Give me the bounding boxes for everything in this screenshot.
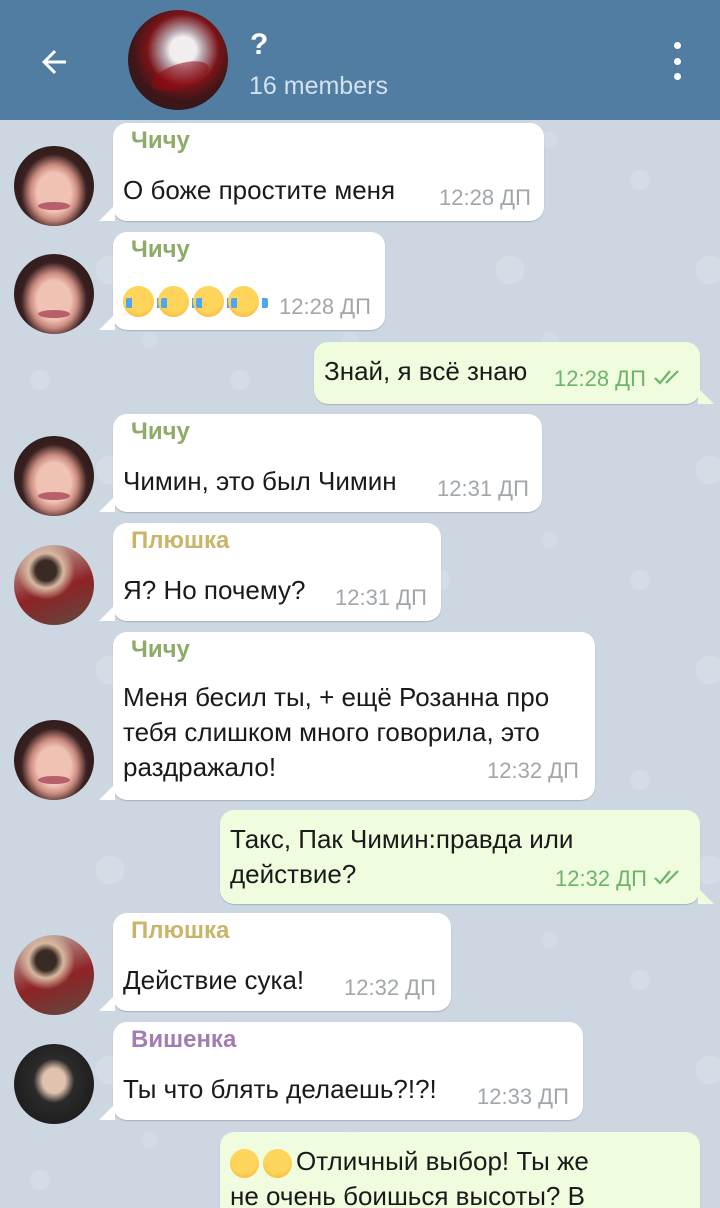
avatar-vishenka[interactable] [14,1044,94,1124]
outgoing-message-bubble[interactable]: Такс, Пак Чимин:правда или действие? 12:… [220,810,714,904]
message-text: Я? Но почему? [123,575,306,605]
message-list[interactable]: Чичу О боже простите меня 12:28 ДП Чичу … [0,120,720,1208]
message-time: 12:32 ДП [555,866,647,891]
avatar-chichu[interactable] [14,436,94,516]
arrow-left-icon [42,50,66,74]
outgoing-message-bubble[interactable]: Отличный выбор! Ты же не очень боишься в… [220,1132,700,1208]
more-menu-button[interactable] [660,36,694,86]
message-bubble[interactable]: Вишенка Ты что блять делаешь?!?! 12:33 Д… [99,1022,583,1120]
message-bubble[interactable]: Плюшка Я? Но почему? 12:31 ДП [99,523,441,621]
member-count[interactable]: 16 members [249,72,388,101]
message-time: 12:28 ДП [439,185,531,210]
group-title[interactable]: ? [250,28,268,62]
message-time: 12:32 ДП [344,975,436,1000]
message-bubble[interactable]: Чичу О боже простите меня 12:28 ДП [99,123,544,221]
outgoing-message-bubble[interactable]: Знай, я всё знаю 12:28 ДП [314,342,714,404]
message-emoji [123,282,268,317]
more-vertical-icon [673,57,681,65]
avatar-plyushka[interactable] [14,545,94,625]
message-time: 12:28 ДП [554,366,646,391]
group-avatar[interactable] [128,10,228,110]
message-bubble[interactable]: Чичу 12:28 ДП [99,232,385,330]
avatar-chichu[interactable] [14,146,94,226]
message-time: 12:31 ДП [437,476,529,501]
smirking-face-icon [230,1148,259,1178]
message-line: раздражало! [123,752,277,782]
message-text: Чимин, это был Чимин [123,466,397,496]
message-line: Такс, Пак Чимин:правда или [230,824,574,854]
loudly-crying-face-icon [158,285,198,317]
message-text: О боже простите меня [123,175,396,205]
sender-name[interactable]: Вишенка [131,1026,236,1054]
message-text: Меня бесил ты, + ещё Розанна про тебя сл… [123,680,549,785]
message-text: Знай, я всё знаю [324,356,528,386]
sender-name[interactable]: Плюшка [131,917,229,945]
message-time: 12:28 ДП [279,294,371,319]
message-text: Ты что блять делаешь?!?! [123,1074,437,1104]
message-line: Отличный выбор! Ты же [230,1144,589,1179]
double-check-icon [654,370,679,385]
more-vertical-icon [673,73,681,80]
avatar-chichu[interactable] [14,720,94,800]
message-time: 12:33 ДП [477,1084,569,1109]
message-bubble[interactable]: Чичу Чимин, это был Чимин 12:31 ДП [99,414,542,512]
loudly-crying-face-icon [123,285,163,317]
message-line: Меня бесил ты, + ещё Розанна про [123,682,550,712]
loudly-crying-face-icon [193,285,233,317]
sender-name[interactable]: Чичу [131,236,190,264]
message-bubble[interactable]: Чичу Меня бесил ты, + ещё Розанна про те… [99,632,595,800]
avatar-plyushka[interactable] [14,935,94,1015]
message-text: Такс, Пак Чимин:правда или действие? [230,822,573,892]
double-check-icon [654,870,679,885]
more-vertical-icon [673,42,681,49]
loudly-crying-face-icon [228,285,268,317]
message-text: Действие сука! [123,965,305,995]
back-button[interactable] [22,30,86,94]
sender-name[interactable]: Чичу [131,418,190,446]
sender-name[interactable]: Чичу [131,127,190,155]
message-line: не очень боишься высоты? В [230,1181,585,1208]
sender-name[interactable]: Плюшка [131,527,229,555]
chat-header: ? 16 members [0,0,720,120]
message-text: Отличный выбор! Ты же не очень боишься в… [230,1144,589,1208]
relieved-face-icon [263,1148,292,1178]
message-time: 12:31 ДП [335,585,427,610]
message-bubble[interactable]: Плюшка Действие сука! 12:32 ДП [99,913,451,1011]
sender-name[interactable]: Чичу [131,636,190,664]
message-line-text: Отличный выбор! Ты же [296,1146,589,1176]
message-line: тебя слишком много говорила, это [123,717,540,747]
message-line: действие? [230,859,357,889]
avatar-chichu[interactable] [14,254,94,334]
message-time: 12:32 ДП [487,758,579,783]
